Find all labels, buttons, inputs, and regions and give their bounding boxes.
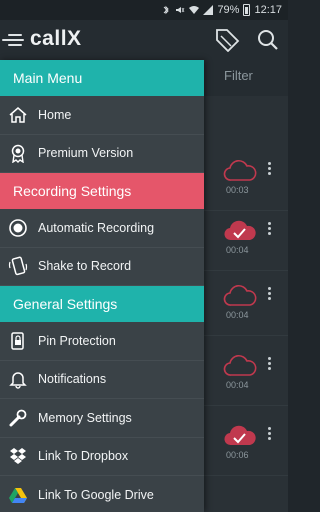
wifi-icon xyxy=(189,6,200,14)
list-item[interactable]: 00:04 xyxy=(204,346,288,406)
menu-item-automatic-recording[interactable]: Automatic Recording xyxy=(0,209,204,248)
award-icon xyxy=(8,143,28,164)
menu-item-label: Shake to Record xyxy=(38,259,132,274)
dropbox-icon xyxy=(8,446,28,466)
section-general-settings: General Settings xyxy=(0,286,204,322)
cloud-check-icon xyxy=(224,220,256,241)
duration: 00:06 xyxy=(226,450,249,460)
tab-filter[interactable]: Filter xyxy=(224,68,253,83)
status-bar: 79% 12:17 xyxy=(0,0,288,20)
more-options-icon[interactable] xyxy=(266,426,272,442)
shake-phone-icon xyxy=(8,256,28,276)
menu-item-label: Pin Protection xyxy=(38,333,116,348)
battery-icon xyxy=(243,4,251,16)
app-bar: callX xyxy=(0,20,288,60)
menu-item-label: Home xyxy=(38,107,72,122)
menu-item-pin-protection[interactable]: Pin Protection xyxy=(0,322,204,361)
bell-icon xyxy=(8,369,28,389)
menu-item-link-google-drive[interactable]: Link To Google Drive xyxy=(0,476,204,512)
tag-icon[interactable] xyxy=(214,28,240,52)
menu-item-notifications[interactable]: Notifications xyxy=(0,361,204,399)
app-title: callX xyxy=(30,27,82,50)
menu-item-label: Memory Settings xyxy=(38,410,132,425)
list-item[interactable]: 00:04 xyxy=(204,211,288,271)
list-item[interactable]: 00:06 xyxy=(204,416,288,476)
menu-item-memory-settings[interactable]: Memory Settings xyxy=(0,399,204,438)
cloud-icon xyxy=(223,285,257,306)
cloud-icon xyxy=(223,355,257,376)
bluetooth-icon xyxy=(164,5,170,15)
cloud-check-icon xyxy=(224,425,256,446)
radio-icon xyxy=(8,218,28,238)
menu-item-shake-to-record[interactable]: Shake to Record xyxy=(0,248,204,286)
recordings-list: 00:03 00:04 00:04 00:04 00:06 xyxy=(204,96,288,512)
menu-item-home[interactable]: Home xyxy=(0,96,204,135)
cloud-icon xyxy=(223,160,257,181)
section-recording-settings: Recording Settings xyxy=(0,173,204,209)
clock: 12:17 xyxy=(254,4,282,16)
menu-item-premium[interactable]: Premium Version xyxy=(0,135,204,173)
signal-icon xyxy=(203,5,214,15)
more-options-icon[interactable] xyxy=(266,286,272,302)
duration: 00:03 xyxy=(226,185,249,195)
search-icon[interactable] xyxy=(256,28,282,52)
lock-phone-icon xyxy=(8,331,28,351)
duration: 00:04 xyxy=(226,310,249,320)
list-item[interactable]: 00:03 xyxy=(204,151,288,211)
list-item[interactable]: 00:04 xyxy=(204,276,288,336)
more-options-icon[interactable] xyxy=(266,161,272,177)
battery-percent: 79% xyxy=(217,4,240,16)
menu-icon[interactable] xyxy=(2,30,24,48)
menu-item-label: Premium Version xyxy=(38,146,134,161)
duration: 00:04 xyxy=(226,380,249,390)
google-drive-icon xyxy=(8,485,28,505)
section-main-menu: Main Menu xyxy=(0,60,204,96)
more-options-icon[interactable] xyxy=(266,356,272,372)
navigation-drawer: Main Menu Home Premium Version Recording… xyxy=(0,60,204,512)
tab-bar: Filter xyxy=(204,60,288,96)
menu-item-label: Link To Google Drive xyxy=(38,487,154,502)
duration: 00:04 xyxy=(226,245,249,255)
menu-item-label: Link To Dropbox xyxy=(38,449,129,464)
menu-item-link-dropbox[interactable]: Link To Dropbox xyxy=(0,438,204,476)
mute-icon xyxy=(176,7,185,13)
more-options-icon[interactable] xyxy=(266,221,272,237)
menu-item-label: Notifications xyxy=(38,372,107,387)
wrench-icon xyxy=(8,408,28,428)
menu-item-label: Automatic Recording xyxy=(38,220,155,235)
home-icon xyxy=(8,105,28,125)
